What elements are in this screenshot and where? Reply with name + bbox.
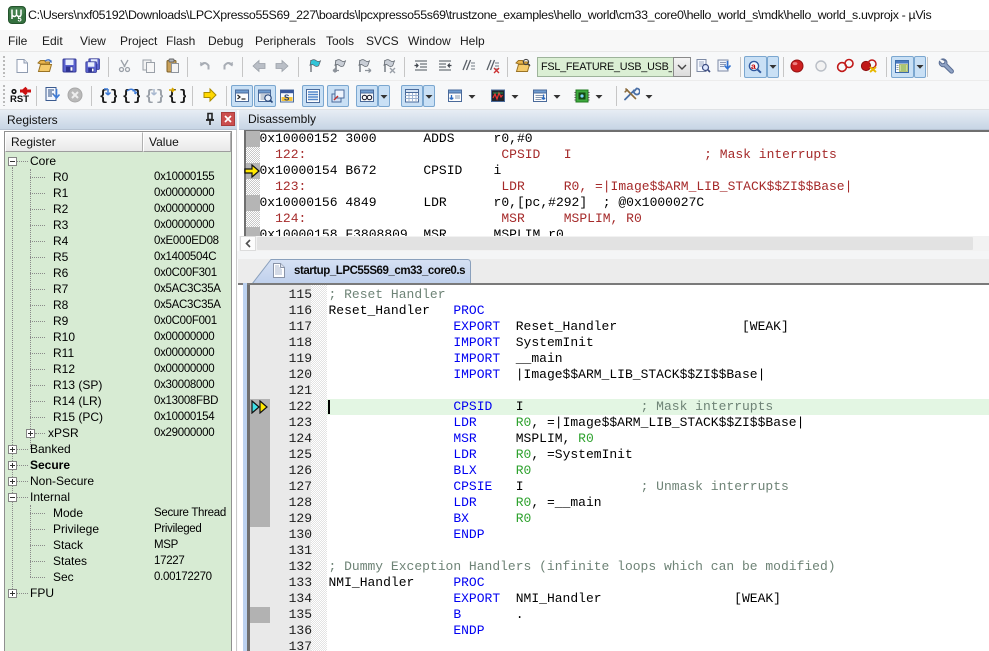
svg-text:S: S [284,94,290,103]
svg-text:{: { [122,88,131,103]
svg-text:{: { [99,88,108,103]
svg-text:}: } [156,88,163,103]
svg-text:}: } [110,88,117,103]
svg-text:}: } [179,88,186,103]
svg-text:a: a [751,61,756,71]
svg-text:5: 5 [18,15,22,24]
svg-text:RST: RST [10,94,29,104]
svg-text:{: { [145,88,154,103]
